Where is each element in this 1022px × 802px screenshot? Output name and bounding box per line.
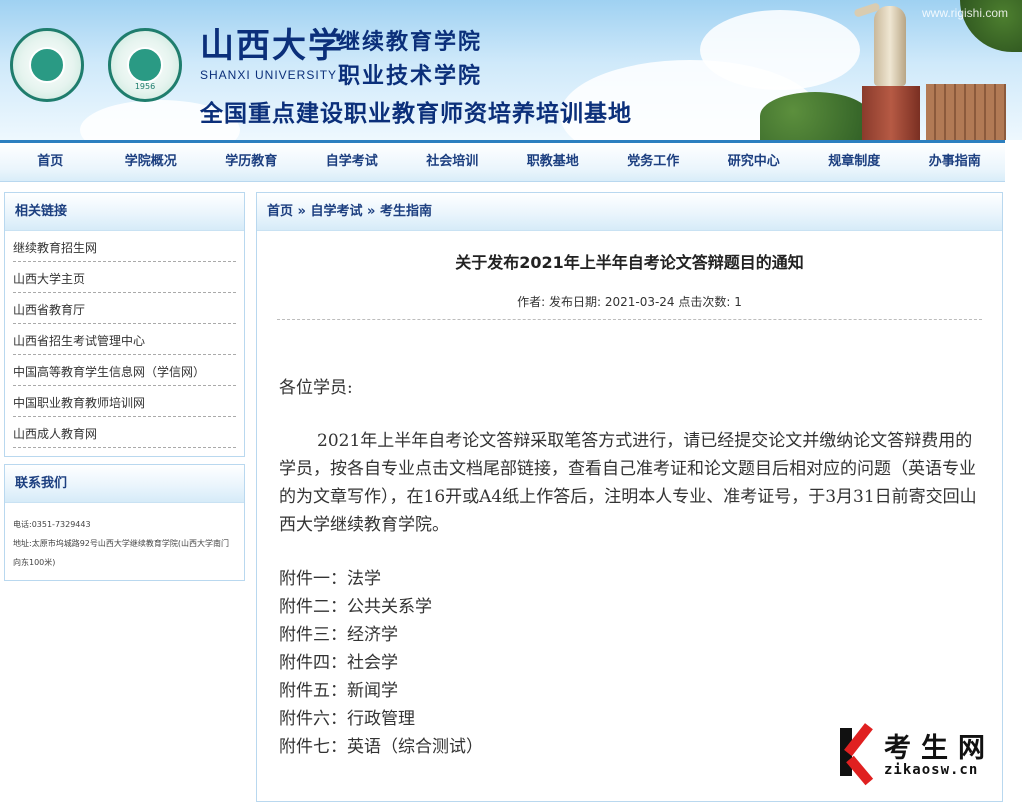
main-nav: 首页 学院概况 学历教育 自学考试 社会培训 职教基地 党务工作 研究中心 规章…	[0, 140, 1005, 182]
nav-item-party-work[interactable]: 党务工作	[603, 143, 704, 181]
attachment-english[interactable]: 附件七：英语（综合测试）	[279, 733, 483, 761]
site-logo-en: zikaosw.cn	[884, 762, 979, 778]
header-banner: 1956 山西大学 SHANXI UNIVERSITY 继续教育学院 职业技术学…	[0, 0, 1022, 140]
contact-address: 地址:太原市坞城路92号山西大学继续教育学院(山西大学南门向东100米)	[13, 539, 229, 567]
school-name-en: SHANXI UNIVERSITY	[200, 68, 338, 82]
link-university-home[interactable]: 山西大学主页	[13, 262, 236, 293]
nav-item-degree-education[interactable]: 学历教育	[201, 143, 302, 181]
site-logo: 考生网 zikaosw.cn	[838, 723, 1012, 786]
contact-title: 联系我们	[5, 465, 244, 503]
building-decoration	[926, 84, 1006, 140]
breadcrumb-exam-guide[interactable]: 考生指南	[380, 204, 432, 219]
attachment-sociology[interactable]: 附件四：社会学	[279, 649, 483, 677]
related-links-title: 相关链接	[5, 193, 244, 231]
attachment-economics[interactable]: 附件三：经济学	[279, 621, 483, 649]
article-panel: 首页 » 自学考试 » 考生指南 关于发布2021年上半年自考论文答辩题目的通知…	[256, 192, 1003, 802]
related-links-panel: 相关链接 继续教育招生网 山西大学主页 山西省教育厅 山西省招生考试管理中心 中…	[4, 192, 245, 457]
link-vocational-teacher-training[interactable]: 中国职业教育教师培训网	[13, 386, 236, 417]
article-body: 2021年上半年自考论文答辩采取笔答方式进行，请已经提交论文并缴纳论文答辩费用的…	[279, 431, 977, 535]
link-exam-center[interactable]: 山西省招生考试管理中心	[13, 324, 236, 355]
statue-decoration	[874, 6, 906, 86]
logo-year: 1956	[134, 82, 156, 91]
breadcrumb-home[interactable]: 首页	[267, 204, 293, 219]
university-seal-icon	[10, 28, 84, 102]
statue-base-decoration	[862, 86, 920, 140]
attachment-administration[interactable]: 附件六：行政管理	[279, 705, 483, 733]
link-chsi[interactable]: 中国高等教育学生信息网（学信网）	[13, 355, 236, 386]
nav-item-research-center[interactable]: 研究中心	[704, 143, 805, 181]
nav-item-home[interactable]: 首页	[0, 143, 101, 181]
attachment-list: 附件一：法学 附件二：公共关系学 附件三：经济学 附件四：社会学 附件五：新闻学…	[279, 565, 483, 761]
related-links-list: 继续教育招生网 山西大学主页 山西省教育厅 山西省招生考试管理中心 中国高等教育…	[5, 231, 244, 448]
k-logo-icon	[840, 723, 880, 786]
link-continuing-education-admission[interactable]: 继续教育招生网	[13, 231, 236, 262]
article-greeting: 各位学员:	[279, 378, 353, 398]
breadcrumb-self-exam[interactable]: 自学考试	[310, 204, 362, 219]
link-adult-education[interactable]: 山西成人教育网	[13, 417, 236, 448]
breadcrumb: 首页 » 自学考试 » 考生指南	[257, 193, 1002, 231]
article-meta: 作者: 发布日期: 2021-03-24 点击次数: 1	[517, 295, 742, 309]
article-title: 关于发布2021年上半年自考论文答辩题目的通知	[455, 253, 804, 272]
attachment-public-relations[interactable]: 附件二：公共关系学	[279, 593, 483, 621]
base-title: 全国重点建设职业教育师资培养培训基地	[200, 101, 632, 127]
college-name-2: 职业技术学院	[338, 63, 483, 89]
trees-decoration	[760, 92, 870, 140]
watermark: www.rigishi.com	[921, 6, 1008, 20]
college-seal-icon: 1956	[108, 28, 182, 102]
nav-item-vocational-base[interactable]: 职教基地	[503, 143, 604, 181]
breadcrumb-separator: »	[367, 204, 376, 219]
contact-phone: 电话:0351-7329443	[13, 520, 91, 529]
contact-info: 电话:0351-7329443 地址:太原市坞城路92号山西大学继续教育学院(山…	[5, 503, 244, 572]
nav-item-social-training[interactable]: 社会培训	[402, 143, 503, 181]
attachment-law[interactable]: 附件一：法学	[279, 565, 483, 593]
college-name-1: 继续教育学院	[338, 29, 483, 55]
breadcrumb-separator: »	[297, 204, 306, 219]
site-logo-cn: 考生网	[884, 733, 995, 764]
cloud-decoration	[700, 10, 860, 90]
nav-item-overview[interactable]: 学院概况	[101, 143, 202, 181]
nav-item-self-exam[interactable]: 自学考试	[302, 143, 403, 181]
link-education-department[interactable]: 山西省教育厅	[13, 293, 236, 324]
meta-divider	[277, 319, 982, 320]
nav-item-regulations[interactable]: 规章制度	[804, 143, 905, 181]
school-name-cn: 山西大学	[200, 26, 344, 66]
contact-panel: 联系我们 电话:0351-7329443 地址:太原市坞城路92号山西大学继续教…	[4, 464, 245, 581]
attachment-journalism[interactable]: 附件五：新闻学	[279, 677, 483, 705]
nav-item-service-guide[interactable]: 办事指南	[905, 143, 1006, 181]
